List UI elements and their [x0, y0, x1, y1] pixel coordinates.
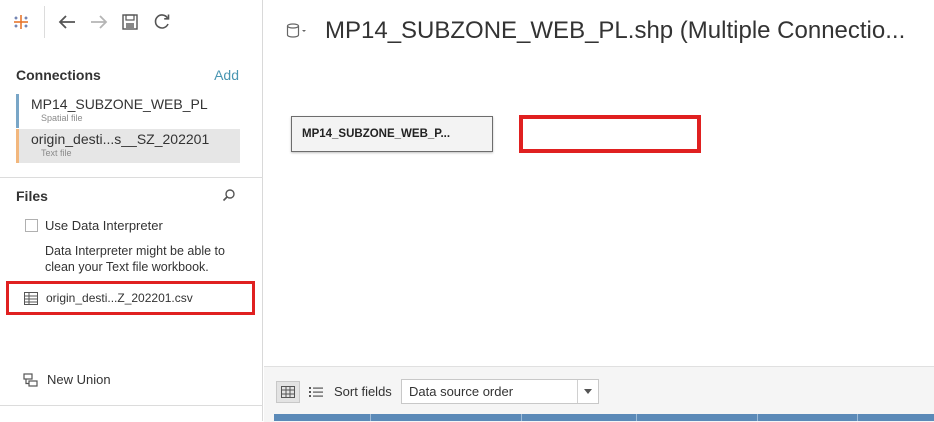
- toolbar: [0, 0, 263, 44]
- grid-view-icon[interactable]: [276, 381, 300, 403]
- highlighted-drop-area[interactable]: [519, 115, 701, 153]
- use-data-interpreter-checkbox[interactable]: [25, 219, 38, 232]
- refresh-icon[interactable]: [150, 10, 174, 34]
- file-item-csv[interactable]: origin_desti...Z_202201.csv: [6, 281, 255, 315]
- connection-item-text[interactable]: origin_desti...s__SZ_202201 Text file: [16, 129, 240, 163]
- data-grid-header: [274, 414, 934, 421]
- grid-column-divider: [521, 414, 522, 421]
- use-data-interpreter-label: Use Data Interpreter: [45, 218, 163, 233]
- chevron-down-icon[interactable]: [577, 380, 598, 403]
- grid-column-divider: [857, 414, 858, 421]
- connection-item-spatial[interactable]: MP14_SUBZONE_WEB_PL Spatial file: [16, 94, 240, 128]
- add-connection-link[interactable]: Add: [214, 67, 239, 83]
- files-heading: Files: [16, 188, 48, 204]
- connection-name: MP14_SUBZONE_WEB_PL: [31, 96, 208, 112]
- tableau-logo-icon[interactable]: [9, 10, 33, 34]
- connection-type: Spatial file: [41, 113, 83, 123]
- main-canvas: MP14_SUBZONE_WEB_PL.shp (Multiple Connec…: [264, 0, 934, 422]
- data-interpreter-hint: Data Interpreter might be able to clean …: [45, 244, 225, 274]
- back-arrow-icon[interactable]: [55, 10, 79, 34]
- grid-column-divider: [370, 414, 371, 421]
- grid-column-divider: [757, 414, 758, 421]
- new-union-icon: [23, 372, 38, 387]
- toolbar-separator: [44, 6, 45, 38]
- table-card-label: MP14_SUBZONE_WEB_P...: [302, 128, 451, 140]
- grid-column-divider: [636, 414, 637, 421]
- list-view-icon[interactable]: [304, 381, 328, 403]
- new-union-button[interactable]: New Union: [23, 372, 111, 387]
- file-name: origin_desti...Z_202201.csv: [46, 291, 193, 305]
- use-data-interpreter-row[interactable]: Use Data Interpreter: [25, 218, 163, 233]
- sort-fields-dropdown[interactable]: Data source order: [401, 379, 599, 404]
- datasource-title[interactable]: MP14_SUBZONE_WEB_PL.shp (Multiple Connec…: [325, 17, 925, 45]
- sort-fields-label: Sort fields: [334, 384, 392, 399]
- table-grid-icon: [24, 291, 38, 305]
- table-card[interactable]: MP14_SUBZONE_WEB_P...: [291, 116, 493, 152]
- forward-arrow-icon[interactable]: [87, 10, 111, 34]
- connection-name: origin_desti...s__SZ_202201: [31, 131, 210, 147]
- sidebar-bottom-divider: [0, 405, 263, 406]
- connections-heading: Connections: [16, 67, 101, 83]
- connection-type: Text file: [41, 148, 72, 158]
- save-icon[interactable]: [118, 10, 142, 34]
- sort-fields-value: Data source order: [409, 384, 514, 399]
- datasource-cylinder-icon[interactable]: [286, 22, 308, 44]
- new-union-label: New Union: [47, 372, 111, 387]
- search-icon[interactable]: [222, 188, 238, 204]
- section-divider: [0, 177, 263, 178]
- left-sidebar: Connections Add MP14_SUBZONE_WEB_PL Spat…: [0, 0, 263, 421]
